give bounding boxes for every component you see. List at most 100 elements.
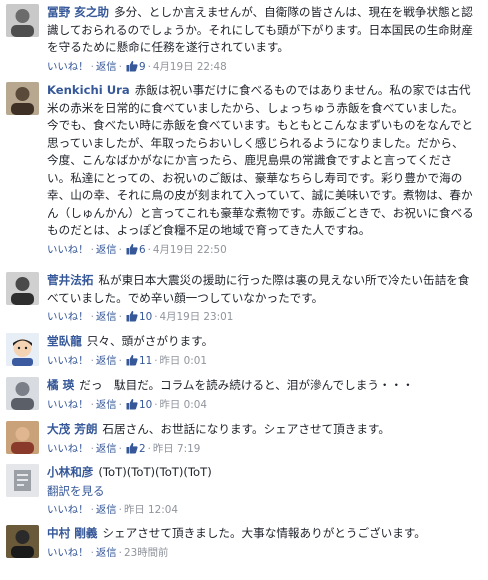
translate-link[interactable]: 翻訳を見る [47,482,474,500]
like-count[interactable]: 10 [139,399,152,411]
avatar[interactable] [6,4,39,37]
like-count[interactable]: 10 [139,311,152,323]
comment-author-link[interactable]: 大茂 芳朗 [47,422,97,436]
comment-actions: いいね！ · 返信 · 10 · 4月19日 23:01 [47,309,474,325]
thumbs-up-icon[interactable] [126,243,138,255]
separator: · [154,311,158,323]
separator: · [118,442,122,455]
reply-button[interactable]: 返信 [96,244,117,256]
like-button[interactable]: いいね！ [47,504,89,516]
comment-feed: 冨野 亥之助 多分、としか言えませんが、自衛隊の皆さんは、現在を戦争状態と認識して… [0,0,488,580]
separator: · [118,311,122,323]
like-count[interactable]: 11 [139,355,152,367]
like-button[interactable]: いいね！ [47,443,89,455]
comment-body: 菅井法拓 私が東日本大震災の援助に行った際は裏の見えない所で冷たい缶詰を食べていま… [47,272,474,325]
thumbs-up-icon[interactable] [126,442,138,454]
reply-button[interactable]: 返信 [96,547,117,559]
comment-author-link[interactable]: 橘 瑛 [47,378,74,392]
comment-author-link[interactable]: 小林和彦 [47,465,93,479]
comment-timestamp[interactable]: 昨日 7:19 [153,443,200,455]
like-count[interactable]: 6 [139,244,146,256]
avatar[interactable] [6,82,39,115]
comment-author-link[interactable]: 中村 剛義 [47,526,97,540]
separator: · [90,243,94,256]
comment-actions: いいね！ · 返信 · 11 · 昨日 0:01 [47,353,474,369]
separator: · [90,503,94,516]
comment-actions: いいね！ · 返信 · 23時間前 [47,545,474,561]
comment-timestamp[interactable]: 23時間前 [124,547,168,559]
comment-body: 中村 剛義 シェアさせて頂きました。大事な情報ありがとうございます。 いいね！ · 返… [47,525,474,561]
reply-button[interactable]: 返信 [96,61,117,73]
comment-text: 只々、頭がさがります。 [86,334,214,348]
separator: · [118,546,122,559]
comment-body: 堂臥龍 只々、頭がさがります。 いいね！ · 返信 · 11 · 昨日 0:01 [47,333,474,369]
comment-body: Kenkichi Ura 赤飯は祝い事だけに食べるものではありません。私の家では古… [47,82,474,258]
separator: · [147,243,151,256]
reply-button[interactable]: 返信 [96,311,117,323]
comment-timestamp[interactable]: 4月19日 22:48 [153,61,227,73]
separator: · [90,442,94,455]
separator: · [147,60,151,73]
avatar[interactable] [6,272,39,305]
thumbs-up-icon[interactable] [126,354,138,366]
separator: · [154,398,158,411]
comment-author-link[interactable]: 堂臥龍 [47,334,82,348]
separator: · [90,60,94,73]
like-button[interactable]: いいね！ [47,547,89,559]
comment-actions: いいね！ · 返信 · 10 · 昨日 0:04 [47,397,474,413]
comment-author-link[interactable]: Kenkichi Ura [47,83,130,97]
like-count[interactable]: 2 [139,443,146,455]
thumbs-up-icon[interactable] [126,60,138,72]
thumbs-up-icon[interactable] [126,398,138,410]
like-button[interactable]: いいね！ [47,61,89,73]
thumbs-up-icon[interactable] [126,310,138,322]
separator: · [118,60,122,73]
reply-button[interactable]: 返信 [96,504,117,516]
comment-body: 小林和彦 (ToT)(ToT)(ToT)(ToT) 翻訳を見る いいね！ · 返信 · 昨… [47,464,474,518]
separator: · [118,243,122,256]
comment-text: 多分、としか言えませんが、自衛隊の皆さんは、現在を戦争状態と認識しておられるので… [47,5,473,54]
comment-author-link[interactable]: 菅井法拓 [47,273,93,287]
reply-button[interactable]: 返信 [96,443,117,455]
comment-actions: いいね！ · 返信 · 9 · 4月19日 22:48 [47,59,474,75]
comment-text: 私が東日本大震災の援助に行った際は裏の見えない所で冷たい缶詰を食べていました。で… [47,273,470,305]
comment-body: 冨野 亥之助 多分、としか言えませんが、自衛隊の皆さんは、現在を戦争状態と認識して… [47,4,474,75]
comment-text: (ToT)(ToT)(ToT)(ToT) [98,465,212,479]
comment-timestamp[interactable]: 昨日 12:04 [124,504,178,516]
like-button[interactable]: いいね！ [47,399,89,411]
like-button[interactable]: いいね！ [47,244,89,256]
comment-text: 赤飯は祝い事だけに食べるものではありません。私の家では古代米の赤米を日常的に食べ… [47,83,474,237]
avatar[interactable] [6,464,39,497]
reply-button[interactable]: 返信 [96,399,117,411]
avatar[interactable] [6,377,39,410]
like-button[interactable]: いいね！ [47,355,89,367]
separator: · [147,442,151,455]
comment-actions: いいね！ · 返信 · 昨日 12:04 [47,502,474,518]
separator: · [118,398,122,411]
comment-text: シェアさせて頂きました。大事な情報ありがとうございます。 [102,526,426,540]
comment-actions: いいね！ · 返信 · 2 · 昨日 7:19 [47,441,474,457]
comment-text: 石居さん、お世話になります。シェアさせて頂きます。 [102,422,390,436]
separator: · [90,354,94,367]
comment-timestamp[interactable]: 4月19日 23:01 [160,311,234,323]
comment-timestamp[interactable]: 昨日 0:04 [160,399,207,411]
comment-timestamp[interactable]: 4月19日 22:50 [153,244,227,256]
separator: · [90,311,94,323]
separator: · [154,354,158,367]
comment-author-link[interactable]: 冨野 亥之助 [47,5,109,19]
comment-actions: いいね！ · 返信 · 6 · 4月19日 22:50 [47,242,474,258]
separator: · [118,503,122,516]
comment-text: だっ 駄目だ。コラムを読み続けると、泪が滲んでしまう・・・ [79,378,414,392]
comment-timestamp[interactable]: 昨日 0:01 [160,355,207,367]
separator: · [90,398,94,411]
avatar[interactable] [6,525,39,558]
like-count[interactable]: 9 [139,61,146,73]
separator: · [118,354,122,367]
comment-body: 橘 瑛だっ 駄目だ。コラムを読み続けると、泪が滲んでしまう・・・ いいね！ · 返信… [47,377,474,413]
like-button[interactable]: いいね！ [47,311,89,323]
comment-body: 大茂 芳朗 石居さん、お世話になります。シェアさせて頂きます。 いいね！ · 返信 · 2… [47,421,474,457]
avatar[interactable] [6,421,39,454]
separator: · [90,546,94,559]
avatar[interactable] [6,333,39,366]
reply-button[interactable]: 返信 [96,355,117,367]
